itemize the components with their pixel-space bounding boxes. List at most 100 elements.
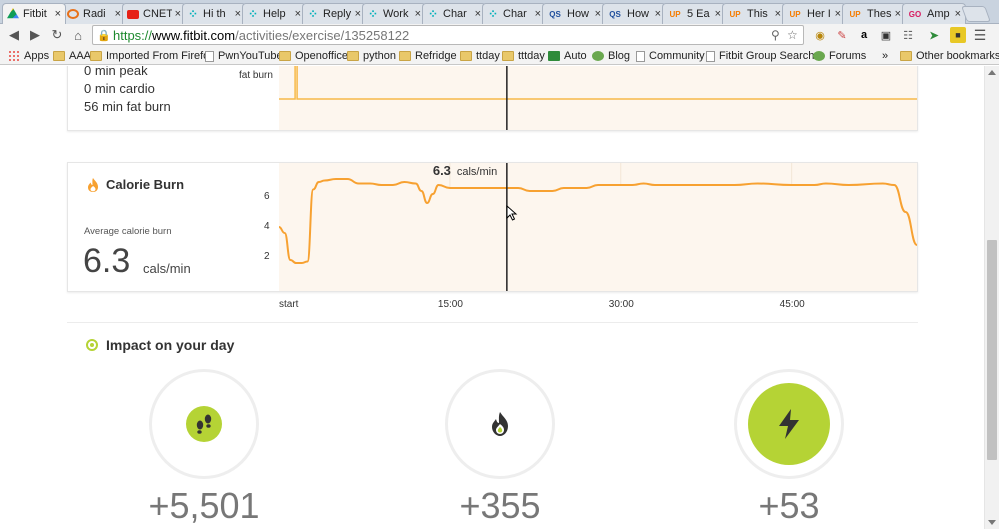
close-tab-icon[interactable]: × [295,8,301,20]
browser-tab[interactable]: ⁘ Char × [482,3,546,24]
browser-tab[interactable]: ⁘ Hi th × [182,3,246,24]
browser-tab[interactable]: Fitbit × [2,3,66,24]
page-icon [706,50,715,62]
extension-arrow-icon[interactable]: ➤ [926,27,942,43]
bookmark-item[interactable]: Openoffice [279,49,348,63]
close-tab-icon[interactable]: × [415,8,421,20]
flame-icon [492,412,508,436]
calories-ring[interactable] [445,369,555,479]
bookmark-item[interactable]: ttday [460,49,500,63]
browser-tab[interactable]: QS How × [542,3,606,24]
qs-icon: QS [609,9,621,19]
other-bookmarks-folder[interactable]: Other bookmarks [900,49,999,63]
browser-tab[interactable]: UP 5 Ea × [662,3,726,24]
bookmark-item[interactable]: Apps [8,49,49,63]
close-tab-icon[interactable]: × [355,8,361,20]
tooltip-value: 6.3 [433,163,451,178]
radio-icon [67,9,79,19]
fat-burn-minutes: 56 min fat burn [84,99,171,114]
reload-button[interactable]: ↻ [49,27,65,43]
bookmark-item[interactable]: Fitbit Group Search - [706,49,821,63]
browser-tab[interactable]: ⁘ Help × [242,3,306,24]
bookmark-item[interactable]: PwnYouTube [205,49,283,63]
close-tab-icon[interactable]: × [235,8,241,20]
tab-title: Work [383,8,409,20]
y-tick-label: 2 [264,251,270,262]
bookmark-item[interactable]: Community [636,49,705,63]
close-tab-icon[interactable]: × [595,8,601,20]
extension-badge-icon[interactable]: ■ [950,27,966,43]
calories-badge [485,409,515,439]
bookmarks-overflow-button[interactable]: » [882,49,888,63]
zoom-icon[interactable]: ⚲ [771,28,780,42]
browser-tab[interactable]: QS How × [602,3,666,24]
scroll-up-arrow-icon[interactable] [988,70,996,75]
browser-tab[interactable]: UP Thes × [842,3,906,24]
bookmark-label: Refridge [415,50,457,62]
bookmark-item[interactable]: Auto [548,49,587,63]
bookmark-item[interactable]: AAA [53,49,91,63]
calorie-burn-chart[interactable]: 6.3 cals/min [278,163,918,291]
browser-tab[interactable]: Radi × [62,3,126,24]
menu-icon[interactable]: ☰ [972,27,988,43]
apps-grid-icon [8,50,20,62]
browser-tab[interactable]: CNET × [122,3,186,24]
browser-tab[interactable]: ⁘ Char × [422,3,486,24]
steps-ring[interactable] [149,369,259,479]
page-content: 0 min peak 0 min cardio 56 min fat burn … [0,66,984,529]
amazon-icon[interactable]: a [856,27,872,43]
fat-burn-axis-label: fat burn [239,70,273,81]
forward-button[interactable]: ▶ [27,27,43,43]
heart-rate-chart[interactable] [279,66,917,130]
back-button[interactable]: ◀ [6,27,22,43]
browser-tab[interactable]: ⁘ Work × [362,3,426,24]
bookmark-item[interactable]: python [347,49,396,63]
close-tab-icon[interactable]: × [55,8,61,20]
bookmark-item[interactable]: Blog [592,49,630,63]
calorie-burn-title: Calorie Burn [106,177,185,192]
bookmark-item[interactable]: tttday [502,49,545,63]
browser-tab[interactable]: UP This × [722,3,786,24]
scrollbar-thumb[interactable] [987,240,997,460]
lock-icon: 🔒 [97,29,111,42]
browser-tab[interactable]: GO Amp × [902,3,966,24]
close-tab-icon[interactable]: × [895,8,901,20]
extension-phone-icon[interactable]: ▣ [878,27,894,43]
bookmark-item[interactable]: Forums [813,49,866,63]
close-tab-icon[interactable]: × [955,8,961,20]
address-bar[interactable]: 🔒 https:// www.fitbit.com /activities/ex… [92,25,804,45]
bookmark-item[interactable]: Refridge [399,49,457,63]
active-minutes-ring[interactable] [734,369,844,479]
tab-title: Reply [323,8,352,20]
browser-tab[interactable]: ⁘ Reply × [302,3,366,24]
close-tab-icon[interactable]: × [475,8,481,20]
tab-title: Char [443,8,467,20]
close-tab-icon[interactable]: × [715,8,721,20]
bookmark-star-icon[interactable]: ☆ [787,28,798,42]
close-tab-icon[interactable]: × [175,8,181,20]
extension-pen-icon[interactable]: ✎ [834,27,850,43]
home-button[interactable]: ⌂ [70,27,86,43]
extension-cookie-icon[interactable]: ◉ [812,27,828,43]
calorie-burn-chart-svg: 6.3 cals/min [278,163,918,291]
scroll-down-arrow-icon[interactable] [988,520,996,525]
vertical-scrollbar[interactable] [984,66,999,529]
new-tab-button[interactable] [961,6,991,22]
close-tab-icon[interactable]: × [535,8,541,20]
folder-icon [502,51,514,61]
bookmark-label: Community [649,50,705,62]
close-tab-icon[interactable]: × [775,8,781,20]
close-tab-icon[interactable]: × [115,8,121,20]
url-host: www.fitbit.com [152,27,236,43]
bookmark-label: python [363,50,397,62]
close-tab-icon[interactable]: × [835,8,841,20]
extension-grid-icon[interactable]: ☷ [900,27,916,43]
tab-title: Amp [927,8,950,20]
browser-tab[interactable]: UP Her I × [782,3,846,24]
close-tab-icon[interactable]: × [655,8,661,20]
bookmark-item[interactable]: Imported From Firefo [90,49,209,63]
folder-icon [53,51,65,61]
up-icon: UP [669,9,681,19]
url-path: /activities/exercise/135258122 [235,27,410,43]
page-icon [636,50,645,62]
